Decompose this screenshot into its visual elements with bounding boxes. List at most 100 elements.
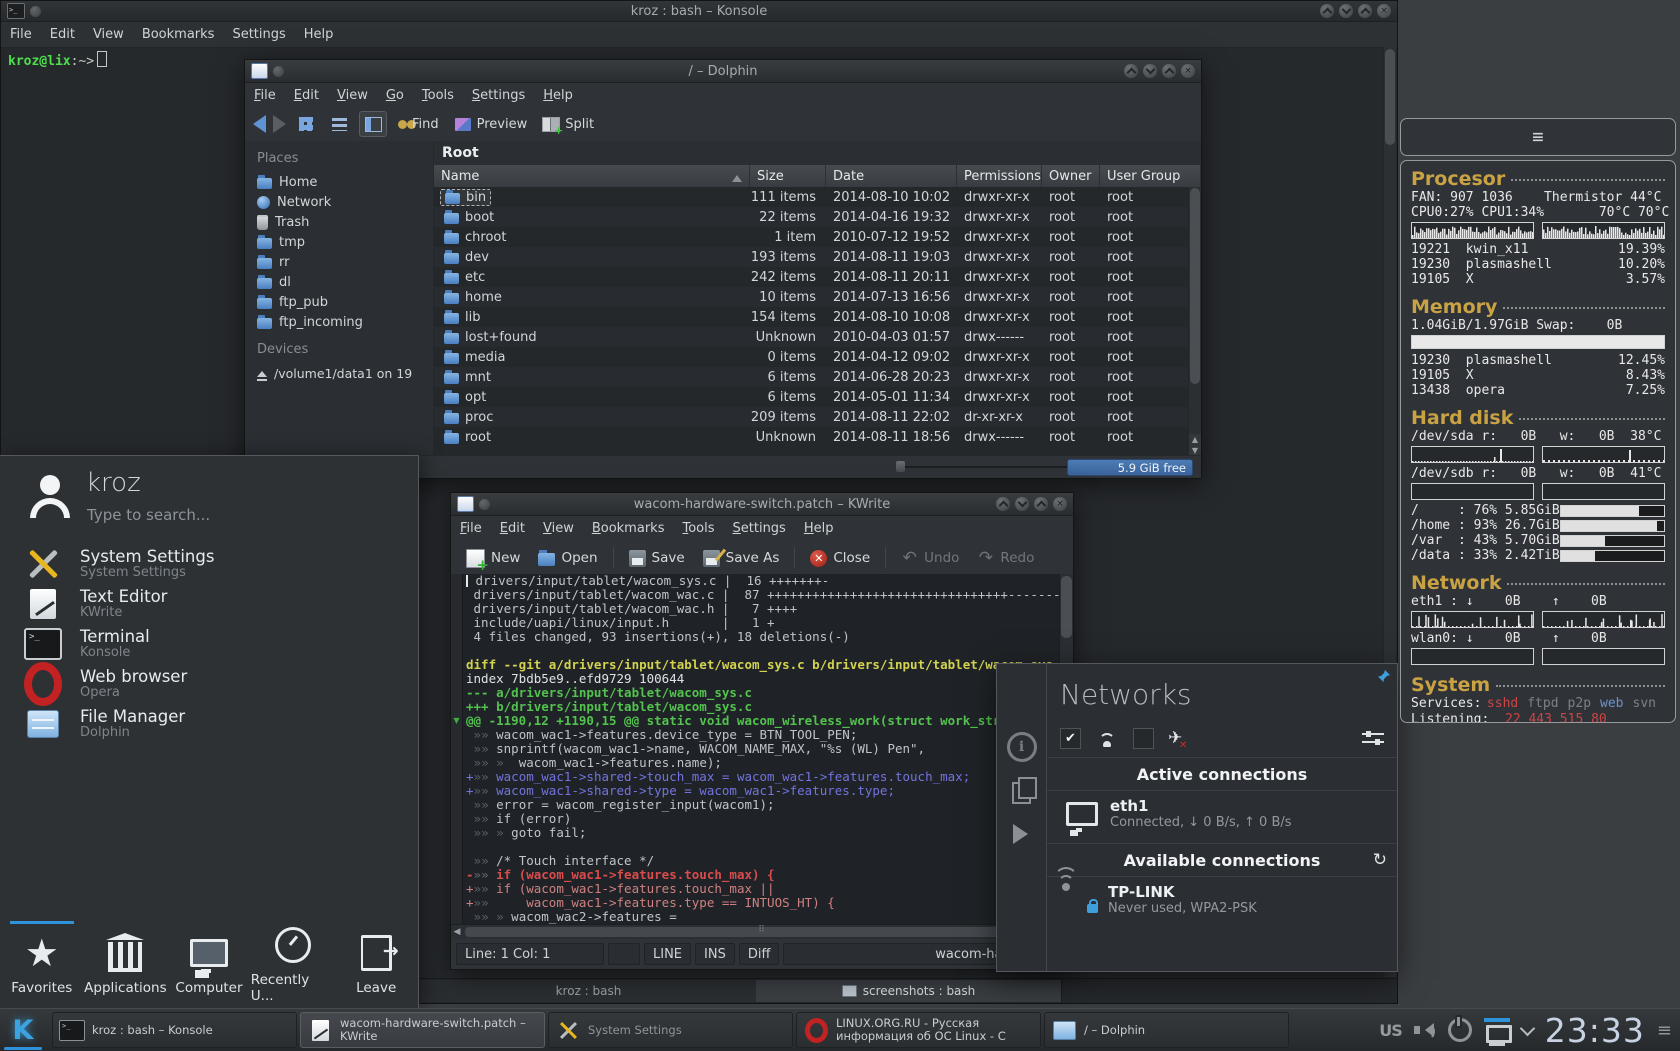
- places-item-network[interactable]: Network: [257, 192, 433, 212]
- columns-view-button[interactable]: [359, 111, 387, 137]
- find-button[interactable]: Find: [394, 115, 443, 134]
- menu-edit[interactable]: Edit: [491, 518, 534, 539]
- network-tray-icon[interactable]: [1484, 1018, 1510, 1042]
- terminal-output[interactable]: kroz@lix:~>: [8, 51, 107, 69]
- open-button[interactable]: Open: [531, 547, 604, 569]
- connection-settings-icon[interactable]: [1362, 731, 1384, 745]
- favorite-system settings[interactable]: System SettingsSystem Settings: [0, 544, 418, 584]
- save-as-button[interactable]: Save As: [696, 547, 787, 570]
- airplane-mode-icon[interactable]: ✈: [1168, 728, 1182, 748]
- konsole-close-button[interactable]: ×: [1377, 4, 1391, 18]
- networking-checkbox[interactable]: ✔: [1060, 728, 1081, 749]
- wireless-checkbox[interactable]: [1133, 728, 1154, 749]
- konsole-tab[interactable]: kroz : bash: [421, 980, 757, 1002]
- wifi-icon[interactable]: [1095, 730, 1119, 747]
- konsole-maximize-button[interactable]: [1358, 4, 1372, 18]
- favorite-dolphin[interactable]: File ManagerDolphin: [0, 704, 418, 744]
- kwrite-maximize-button[interactable]: [1034, 497, 1048, 511]
- menu-bookmarks[interactable]: Bookmarks: [133, 24, 224, 45]
- favorite-konsole[interactable]: >_TerminalKonsole: [0, 624, 418, 664]
- clock[interactable]: 23:33: [1545, 1011, 1645, 1050]
- places-item-home[interactable]: Home: [257, 172, 433, 192]
- konsole-minimize-button[interactable]: [1339, 4, 1353, 18]
- tab-favorites[interactable]: ★Favorites: [0, 921, 84, 1009]
- places-item-trash[interactable]: Trash: [257, 212, 433, 232]
- column-header-name[interactable]: Name: [434, 165, 750, 187]
- favorite-opera[interactable]: Web browserOpera: [0, 664, 418, 704]
- panel-toolbox-icon[interactable]: ≡: [1657, 1020, 1672, 1041]
- menu-settings[interactable]: Settings: [223, 24, 294, 45]
- file-row-root[interactable]: rootUnknown2014-08-11 18:56drwx------roo…: [434, 427, 1189, 447]
- highlight-mode[interactable]: Diff: [739, 943, 780, 965]
- places-item-tmp[interactable]: tmp: [257, 232, 433, 252]
- connection-eth1[interactable]: eth1Connected, ↓ 0 B/s, ↑ 0 B/s: [1060, 791, 1384, 837]
- column-header-date[interactable]: Date: [826, 165, 957, 187]
- menu-go[interactable]: Go: [377, 85, 413, 106]
- menu-view[interactable]: View: [534, 518, 583, 539]
- dolphin-scrollbar[interactable]: ▲▼: [1188, 187, 1201, 456]
- zoom-slider-handle[interactable]: [896, 461, 905, 472]
- file-row-home[interactable]: home10 items2014-07-13 16:56drwxr-xr-xro…: [434, 287, 1189, 307]
- menu-view[interactable]: View: [328, 85, 377, 106]
- file-row-mnt[interactable]: mnt6 items2014-06-28 20:23drwxr-xr-xroot…: [434, 367, 1189, 387]
- menu-file[interactable]: File: [1, 24, 41, 45]
- icons-view-button[interactable]: [293, 112, 319, 136]
- tab-leave[interactable]: Leave: [334, 921, 418, 1009]
- hscroll-left-arrow[interactable]: ◀: [451, 927, 463, 937]
- taskbar-item-kwrite[interactable]: wacom-hardware-switch.patch – KWrite: [300, 1012, 545, 1048]
- column-header-permissions[interactable]: Permissions: [957, 165, 1042, 187]
- places-item-ftp_pub[interactable]: ftp_pub: [257, 292, 433, 312]
- taskbar-item-systemsettings[interactable]: System Settings: [548, 1012, 793, 1048]
- menu-settings[interactable]: Settings: [463, 85, 534, 106]
- info-icon[interactable]: i: [1007, 732, 1037, 762]
- app-launcher-button[interactable]: K: [0, 1010, 46, 1050]
- dolphin-shade-button[interactable]: [1124, 64, 1138, 78]
- kwrite-titlebar[interactable]: wacom-hardware-switch.patch – KWrite ×: [451, 493, 1073, 516]
- file-row-etc[interactable]: etc242 items2014-08-11 20:11drwxr-xr-xro…: [434, 267, 1189, 287]
- menu-help[interactable]: Help: [295, 24, 343, 45]
- places-item-rr[interactable]: rr: [257, 252, 433, 272]
- new-button[interactable]: New: [459, 546, 527, 571]
- column-header-size[interactable]: Size: [750, 165, 826, 187]
- menu-settings[interactable]: Settings: [724, 518, 795, 539]
- editor-vscrollbar-thumb[interactable]: [1061, 576, 1072, 638]
- kwrite-minimize-button[interactable]: [1015, 497, 1029, 511]
- split-button[interactable]: Split: [538, 115, 598, 134]
- konsole-titlebar[interactable]: >_ kroz : bash – Konsole ×: [1, 1, 1397, 22]
- dolphin-titlebar[interactable]: / – Dolphin ×: [245, 60, 1201, 83]
- menu-help[interactable]: Help: [534, 85, 582, 106]
- dolphin-close-button[interactable]: ×: [1181, 64, 1195, 78]
- tray-expand-icon[interactable]: [1520, 1020, 1536, 1036]
- file-row-proc[interactable]: proc209 items2014-08-11 22:02dr-xr-xr-xr…: [434, 407, 1189, 427]
- menu-tools[interactable]: Tools: [673, 518, 723, 539]
- dolphin-minimize-button[interactable]: [1143, 64, 1157, 78]
- refresh-icon[interactable]: ↻: [1373, 850, 1387, 870]
- konsole-tab[interactable]: screenshots : bash: [756, 980, 1062, 1002]
- keyboard-layout-indicator[interactable]: US: [1379, 1021, 1402, 1040]
- close-button[interactable]: ✕Close: [803, 547, 877, 570]
- session-icon[interactable]: [1448, 1018, 1472, 1042]
- menu-view[interactable]: View: [84, 24, 133, 45]
- menu-file[interactable]: File: [451, 518, 491, 539]
- editor-hscrollbar-thumb[interactable]: [465, 927, 1058, 937]
- file-row-boot[interactable]: boot22 items2014-04-16 19:32drwxr-xr-xro…: [434, 207, 1189, 227]
- dolphin-scrollbar-thumb[interactable]: [1190, 188, 1200, 384]
- dolphin-scrollbar-arrows[interactable]: ▲▼: [1189, 434, 1201, 456]
- places-item-ftp_incoming[interactable]: ftp_incoming: [257, 312, 433, 332]
- favorite-kwrite[interactable]: Text EditorKWrite: [0, 584, 418, 624]
- menu-edit[interactable]: Edit: [41, 24, 84, 45]
- menu-edit[interactable]: Edit: [285, 85, 328, 106]
- details-view-button[interactable]: [326, 112, 352, 136]
- connection-TP-LINK[interactable]: TP-LINKNever used, WPA2-PSK: [1060, 877, 1384, 923]
- konsole-scrollbar-thumb[interactable]: [1385, 49, 1395, 145]
- tab-computer[interactable]: Computer: [167, 921, 251, 1009]
- file-row-bin[interactable]: bin111 items2014-08-10 10:02drwxr-xr-xro…: [434, 187, 1189, 207]
- file-row-media[interactable]: media0 items2014-04-12 09:02drwxr-xr-xro…: [434, 347, 1189, 367]
- back-button[interactable]: [253, 115, 266, 133]
- tab-applications[interactable]: Applications: [84, 921, 168, 1009]
- zoom-slider-track[interactable]: [900, 466, 1071, 468]
- menu-tools[interactable]: Tools: [413, 85, 463, 106]
- kwrite-close-button[interactable]: ×: [1053, 497, 1067, 511]
- forward-button[interactable]: [273, 115, 286, 133]
- file-row-chroot[interactable]: chroot1 item2010-07-12 19:52drwxr-xr-xro…: [434, 227, 1189, 247]
